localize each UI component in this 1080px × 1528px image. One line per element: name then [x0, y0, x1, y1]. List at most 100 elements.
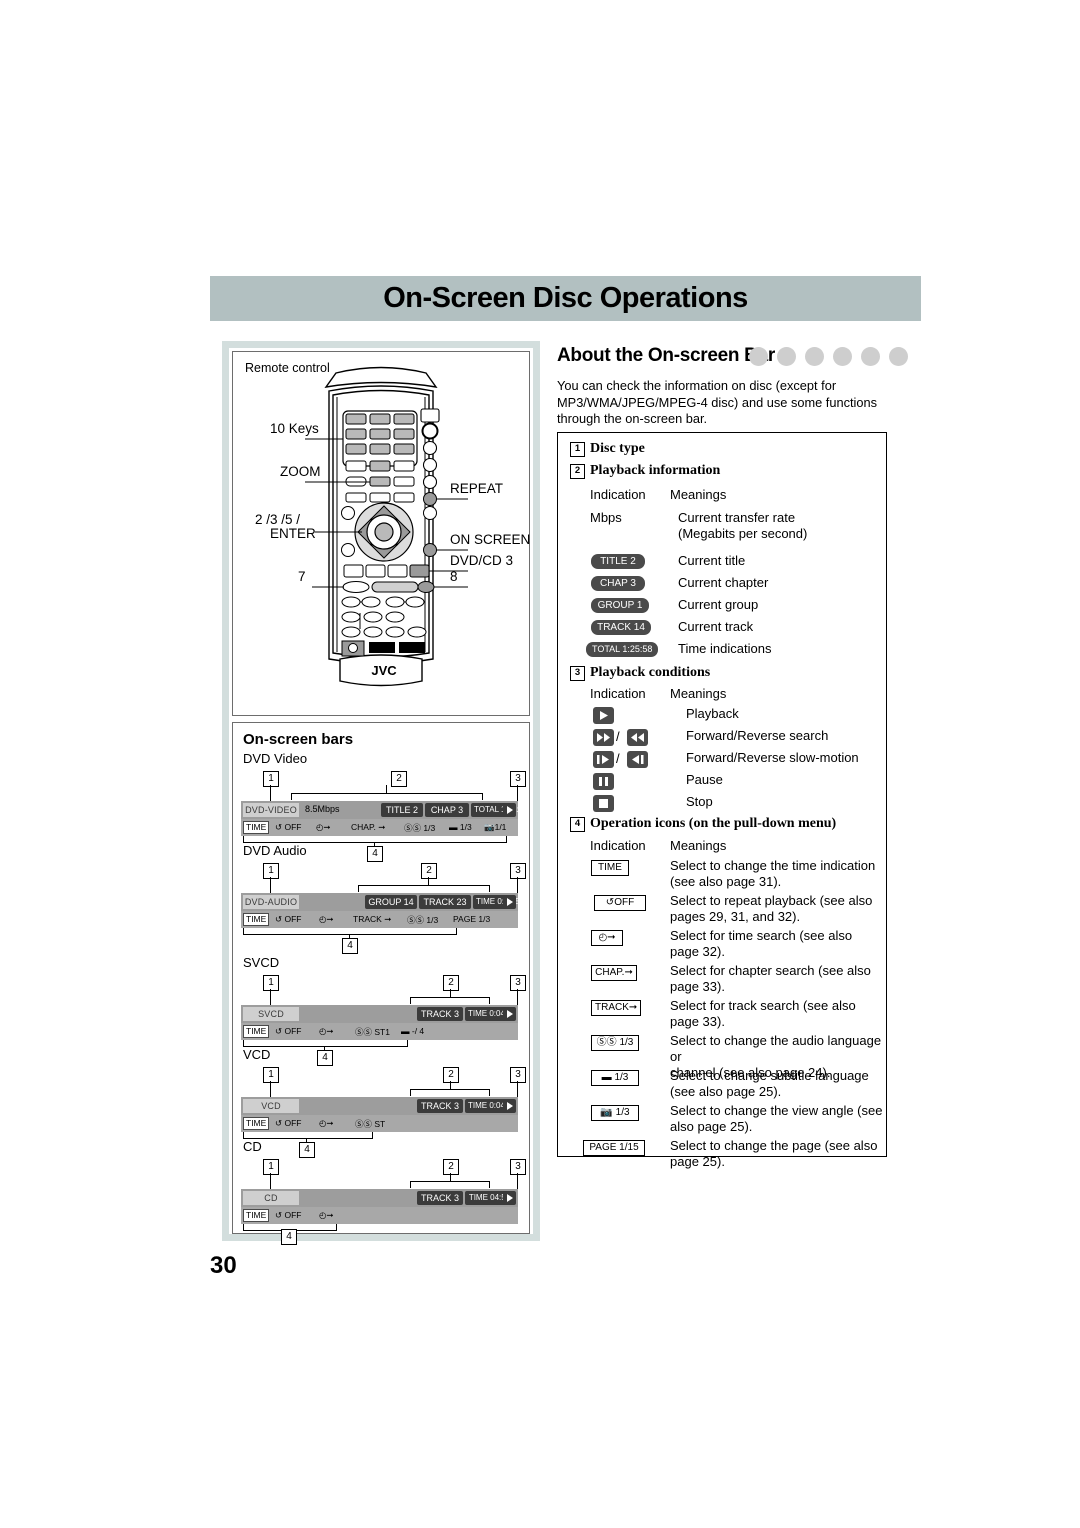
angle-glyph: 📷 [600, 1107, 613, 1118]
leader-line [428, 877, 429, 886]
op-repeat[interactable]: ↺ OFF [275, 1118, 302, 1129]
op-time-search[interactable]: ◴➞ [319, 1026, 334, 1037]
op-time-search[interactable]: ◴➞ [319, 914, 334, 925]
op-repeat[interactable]: ↺ OFF [275, 1210, 302, 1221]
time-icon[interactable]: TIME [591, 860, 629, 876]
callout-2: 2 [391, 771, 407, 787]
callout-3: 3 [510, 1159, 526, 1175]
meaning-chapter-search: Select for chapter search (see also page … [670, 963, 871, 994]
page-icon[interactable]: PAGE 1/15 [583, 1140, 645, 1156]
remote-label-nav-line2: ENTER [270, 526, 316, 541]
section-2-number: 2 [570, 464, 585, 479]
callout-2: 2 [443, 975, 459, 991]
disc-compat-dots [749, 347, 908, 366]
op-time[interactable]: TIME [243, 1117, 269, 1130]
play-status-icon [503, 803, 516, 817]
track-chip: TRACK 3 [417, 1007, 463, 1021]
manual-page: On-Screen Disc Operations Remote control [0, 0, 1080, 1528]
callout-1: 1 [263, 771, 279, 787]
col-header-indication: Indication [590, 686, 646, 701]
track-search-icon[interactable]: TRACK➞ [591, 1000, 641, 1016]
chapter-search-icon[interactable]: CHAP.➞ [591, 965, 637, 981]
meaning-repeat: Select to repeat playback (see also pages… [670, 893, 873, 924]
op-repeat[interactable]: ↺ OFF [275, 822, 302, 833]
track-chip: TRACK 23 [419, 895, 471, 909]
meaning-pause: Pause [686, 772, 723, 787]
disc-dot-2 [777, 347, 796, 366]
op-audio[interactable]: ⓈⓈ 1/3 [407, 914, 438, 926]
op-audio[interactable]: ⓈⓈ ST1 [355, 1026, 390, 1038]
op-time[interactable]: TIME [243, 913, 269, 926]
op-time-search[interactable]: ◴➞ [316, 822, 331, 833]
slash-separator: / [616, 729, 620, 744]
onscreen-bar-dvd-video: DVD-VIDEO 8.5Mbps TITLE 2 CHAP 3 TOTAL 1… [241, 801, 528, 836]
op-subtitle[interactable]: ▬ -/ 4 [401, 1026, 424, 1036]
op-chapter-search[interactable]: CHAP. ➞ [351, 822, 385, 833]
col-header-meanings: Meanings [670, 487, 727, 502]
repeat-icon: ↺ [275, 1210, 283, 1220]
meaning-slow-motion: Forward/Reverse slow-motion [686, 750, 859, 765]
callout-1: 1 [263, 975, 279, 991]
callout-2: 2 [421, 863, 437, 879]
group-chip: GROUP 14 [365, 895, 417, 909]
disc-dot-4 [833, 347, 852, 366]
op-track-search[interactable]: TRACK ➞ [353, 914, 391, 925]
about-section-heading: About the On-screen Bar [557, 345, 775, 366]
stop-icon [593, 795, 614, 812]
op-repeat[interactable]: ↺ OFF [275, 1026, 302, 1037]
remote-label-8: 8 [450, 569, 458, 584]
leader-line [450, 1081, 451, 1090]
col-header-meanings: Meanings [670, 686, 727, 701]
slash-separator: / [616, 751, 620, 766]
op-repeat[interactable]: ↺ OFF [275, 914, 302, 925]
arrow-glyph: ➞ [607, 932, 616, 943]
repeat-icon: ↺ [275, 1026, 283, 1036]
reverse-slow-icon [627, 751, 648, 768]
bar-label-cd: CD [243, 1139, 262, 1154]
leader-line [517, 785, 518, 801]
onscreen-bar-dvd-audio: DVD-AUDIO GROUP 14 TRACK 23 TIME 0:15:58… [241, 893, 524, 928]
leader-line [450, 1173, 451, 1182]
callout-2: 2 [443, 1067, 459, 1083]
brace-info [291, 793, 483, 800]
angle-icon[interactable]: 📷 1/3 [591, 1105, 639, 1121]
disc-dot-1 [749, 347, 768, 366]
arrow-right-icon: ➞ [326, 1026, 334, 1036]
callout-3: 3 [510, 771, 526, 787]
leader-line [517, 1081, 518, 1097]
subtitle-icon[interactable]: ▬ 1/3 [591, 1070, 639, 1086]
op-time[interactable]: TIME [243, 821, 269, 834]
bar-label-vcd: VCD [243, 1047, 271, 1062]
leader-line [270, 989, 271, 1005]
op-time-search[interactable]: ◴➞ [319, 1118, 334, 1129]
arrow-right-icon: ➞ [378, 822, 386, 832]
arrow-glyph: ➞ [628, 1002, 638, 1013]
op-audio[interactable]: ⓈⓈ ST [355, 1118, 385, 1130]
leader-line [517, 989, 518, 1005]
op-time[interactable]: TIME [243, 1025, 269, 1038]
callout-4: 4 [281, 1229, 297, 1245]
about-intro-text: You can check the information on disc (e… [557, 378, 878, 426]
repeat-off-icon[interactable]: ↺OFF [594, 895, 646, 911]
subtitle-glyph: ▬ [601, 1072, 612, 1083]
play-status-icon [503, 895, 516, 909]
audio-icon[interactable]: ⓈⓈ 1/3 [591, 1035, 639, 1051]
section-4-heading: 4 Operation icons (on the pull-down menu) [570, 816, 836, 832]
op-subtitle[interactable]: ▬ 1/3 [449, 822, 472, 832]
leader-line [517, 1173, 518, 1189]
time-search-icon[interactable]: ◴➞ [591, 930, 623, 946]
remote-label-10keys: 10 Keys [270, 421, 319, 436]
meaning-title: Current title [678, 553, 746, 568]
remote-label-zoom: ZOOM [280, 464, 321, 479]
op-audio[interactable]: ⓈⓈ 1/3 [404, 822, 435, 834]
col-header-indication: Indication [590, 838, 646, 853]
op-time[interactable]: TIME [243, 1209, 269, 1222]
op-angle[interactable]: 📷1/1 [484, 822, 506, 833]
op-page[interactable]: PAGE 1/3 [453, 914, 490, 924]
subtitle-icon: ▬ [401, 1026, 410, 1036]
badge-title: TITLE 2 [591, 554, 645, 569]
arrow-glyph: ➞ [624, 967, 633, 978]
clock-glyph: ◴ [598, 932, 608, 943]
col-header-meanings: Meanings [670, 838, 727, 853]
op-time-search[interactable]: ◴➞ [319, 1210, 334, 1221]
